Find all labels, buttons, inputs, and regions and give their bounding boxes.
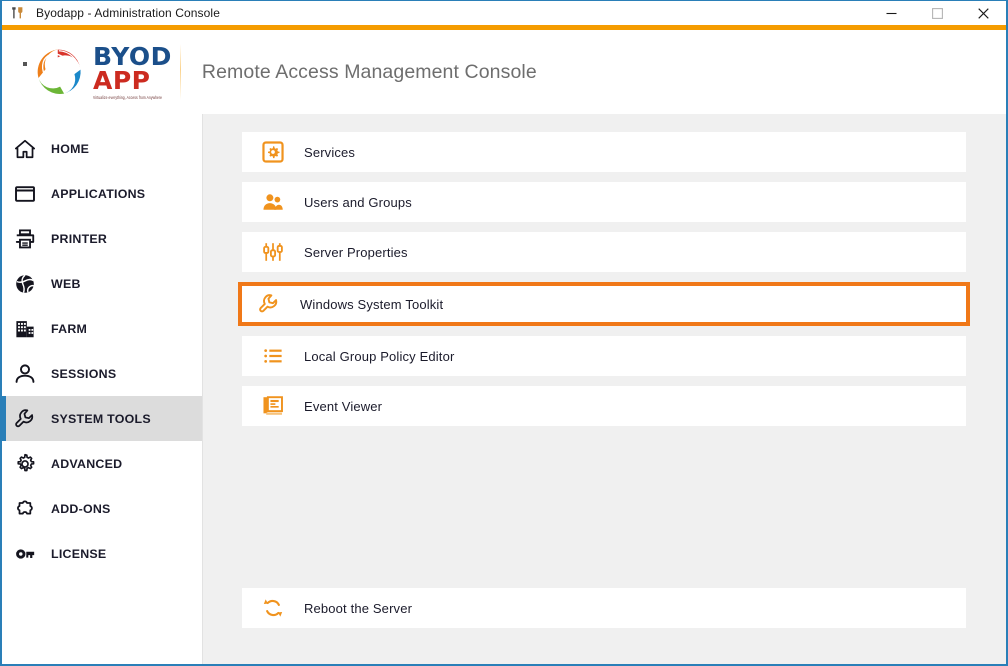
brand-tagline: Virtualize everything, Access from Anywh… <box>93 94 172 102</box>
sidebar-item-add-ons[interactable]: ADD-ONS <box>2 486 202 531</box>
sidebar-item-sessions[interactable]: SESSIONS <box>2 351 202 396</box>
users-group-icon <box>260 189 286 215</box>
sidebar-item-printer[interactable]: PRINTER <box>2 216 202 261</box>
refresh-icon <box>260 595 286 621</box>
header-divider <box>180 44 181 100</box>
list-item-label: Server Properties <box>304 245 408 260</box>
list-item-label: Users and Groups <box>304 195 412 210</box>
brand-name-byod: BYOD <box>93 45 172 69</box>
system-tools-list: Services Users and Groups <box>242 132 966 436</box>
maximize-button[interactable] <box>914 1 960 25</box>
list-item-label: Services <box>304 145 355 160</box>
minimize-button[interactable] <box>868 1 914 25</box>
sidebar-label: LICENSE <box>51 547 106 561</box>
sidebar-item-applications[interactable]: APPLICATIONS <box>2 171 202 216</box>
sidebar: HOME APPLICATIONS PRINTER <box>2 114 203 664</box>
sidebar-label: PRINTER <box>51 232 107 246</box>
sidebar-label: SESSIONS <box>51 367 116 381</box>
list-item-label: Local Group Policy Editor <box>304 349 454 364</box>
footer-actions: Reboot the Server <box>242 588 966 664</box>
application-window: Byodapp - Administration Console <box>0 0 1008 666</box>
window-controls <box>868 1 1006 25</box>
sidebar-label: HOME <box>51 142 89 156</box>
sidebar-item-web[interactable]: WEB <box>2 261 202 306</box>
sidebar-label: WEB <box>51 277 81 291</box>
sidebar-label: SYSTEM TOOLS <box>51 412 151 426</box>
byodapp-logo-icon <box>32 44 88 100</box>
sidebar-item-license[interactable]: LICENSE <box>2 531 202 576</box>
gear-icon <box>12 451 38 477</box>
list-item-services[interactable]: Services <box>242 132 966 172</box>
list-item-windows-system-toolkit[interactable]: Windows System Toolkit <box>238 282 970 326</box>
services-gear-icon <box>260 139 286 165</box>
user-icon <box>12 361 38 387</box>
window-body: HOME APPLICATIONS PRINTER <box>2 114 1006 664</box>
list-item-reboot-the-server[interactable]: Reboot the Server <box>242 588 966 628</box>
printer-icon <box>12 226 38 252</box>
sidebar-label: ADVANCED <box>51 457 122 471</box>
key-icon <box>12 541 38 567</box>
sidebar-label: FARM <box>51 322 87 336</box>
list-item-label: Event Viewer <box>304 399 382 414</box>
globe-icon <box>12 271 38 297</box>
sidebar-item-home[interactable]: HOME <box>2 126 202 171</box>
title-bar: Byodapp - Administration Console <box>2 1 1006 25</box>
list-item-users-and-groups[interactable]: Users and Groups <box>242 182 966 222</box>
sidebar-label: APPLICATIONS <box>51 187 145 201</box>
wrench-icon <box>256 291 282 317</box>
list-item-event-viewer[interactable]: Event Viewer <box>242 386 966 426</box>
brand-wordmark: BYOD APP Virtualize everything, Access f… <box>93 45 172 100</box>
brand-header: BYOD APP Virtualize everything, Access f… <box>2 30 1006 114</box>
sidebar-label: ADD-ONS <box>51 502 111 516</box>
content-spacer <box>242 436 966 588</box>
sidebar-item-farm[interactable]: FARM <box>2 306 202 351</box>
window-icon <box>12 181 38 207</box>
puzzle-icon <box>12 496 38 522</box>
building-icon <box>12 316 38 342</box>
wrench-icon <box>12 406 38 432</box>
list-item-server-properties[interactable]: Server Properties <box>242 232 966 272</box>
home-icon <box>12 136 38 162</box>
documents-icon <box>260 393 286 419</box>
window-title: Byodapp - Administration Console <box>36 6 220 20</box>
list-item-label: Windows System Toolkit <box>300 297 443 312</box>
list-item-label: Reboot the Server <box>304 601 412 616</box>
list-icon <box>260 343 286 369</box>
list-item-local-group-policy-editor[interactable]: Local Group Policy Editor <box>242 336 966 376</box>
sidebar-item-system-tools[interactable]: SYSTEM TOOLS <box>2 396 202 441</box>
brand-name-app: APP <box>93 69 172 93</box>
close-button[interactable] <box>960 1 1006 25</box>
logo-dot <box>23 62 27 66</box>
main-content: Services Users and Groups <box>203 114 1006 664</box>
sidebar-item-advanced[interactable]: ADVANCED <box>2 441 202 486</box>
sliders-icon <box>260 239 286 265</box>
page-title: Remote Access Management Console <box>202 61 537 84</box>
tools-icon <box>7 2 29 24</box>
brand-logo: BYOD APP Virtualize everything, Access f… <box>32 44 172 100</box>
